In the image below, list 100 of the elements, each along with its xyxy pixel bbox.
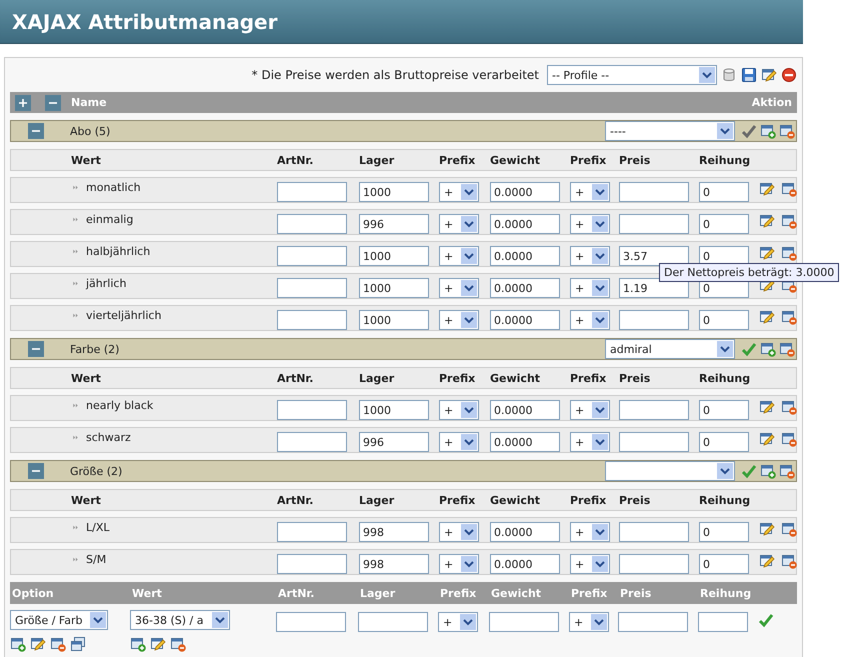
weight-field[interactable]: 0.0000 (490, 246, 560, 266)
artnr-field[interactable] (277, 310, 347, 330)
remove-icon[interactable] (781, 181, 797, 197)
price-field[interactable] (619, 432, 689, 452)
remove-icon[interactable] (170, 636, 186, 652)
prefix-select[interactable]: + (438, 612, 478, 632)
option-select[interactable] (605, 461, 735, 481)
add-icon[interactable] (130, 636, 146, 652)
check-icon[interactable] (741, 463, 757, 479)
prefix-select[interactable]: + (570, 278, 610, 298)
order-field[interactable]: 0 (699, 400, 749, 420)
order-field[interactable]: 0 (699, 522, 749, 542)
edit-icon[interactable] (759, 245, 775, 261)
artnr-field[interactable] (277, 522, 347, 542)
edit-icon[interactable] (30, 636, 46, 652)
edit-icon[interactable] (150, 636, 166, 652)
price-field[interactable] (619, 310, 689, 330)
weight-field[interactable]: 0.0000 (490, 554, 560, 574)
price-field[interactable]: 1.19 (619, 278, 689, 298)
artnr-field[interactable] (277, 182, 347, 202)
delete-icon[interactable] (781, 67, 797, 83)
weight-field[interactable] (489, 612, 559, 632)
toggle-icon[interactable] (28, 341, 44, 357)
option-select[interactable]: ---- (605, 121, 735, 141)
weight-field[interactable]: 0.0000 (490, 522, 560, 542)
prefix-select[interactable]: + (439, 214, 479, 234)
order-field[interactable]: 0 (699, 214, 749, 234)
stock-field[interactable]: 1000 (359, 278, 429, 298)
stock-field[interactable]: 996 (359, 432, 429, 452)
edit-icon[interactable] (759, 181, 775, 197)
add-icon[interactable] (760, 463, 776, 479)
order-field[interactable]: 0 (699, 310, 749, 330)
prefix-select[interactable]: + (439, 522, 479, 542)
edit-icon[interactable] (759, 309, 775, 325)
remove-icon[interactable] (781, 399, 797, 415)
edit-icon[interactable] (759, 553, 775, 569)
artnr-field[interactable] (277, 278, 347, 298)
stock-field[interactable]: 996 (359, 214, 429, 234)
edit-icon[interactable] (759, 399, 775, 415)
weight-field[interactable]: 0.0000 (490, 214, 560, 234)
prefix-select[interactable]: + (439, 400, 479, 420)
prefix-select[interactable]: + (570, 310, 610, 330)
prefix-select[interactable]: + (439, 278, 479, 298)
stock-field[interactable]: 1000 (359, 400, 429, 420)
prefix-select[interactable]: + (570, 214, 610, 234)
order-field[interactable]: 0 (699, 182, 749, 202)
prefix-select[interactable]: + (570, 246, 610, 266)
prefix-select[interactable]: + (570, 522, 610, 542)
prefix-select[interactable]: + (439, 432, 479, 452)
price-field[interactable] (619, 182, 689, 202)
weight-field[interactable]: 0.0000 (490, 432, 560, 452)
price-field[interactable] (619, 214, 689, 234)
stock-field[interactable]: 998 (359, 554, 429, 574)
collapse-all-icon[interactable] (45, 94, 61, 110)
artnr-field[interactable] (277, 214, 347, 234)
save-icon[interactable] (741, 67, 757, 83)
price-field[interactable]: 3.57 (619, 246, 689, 266)
option-select[interactable]: Größe / Farb (10, 610, 108, 630)
prefix-select[interactable]: + (570, 432, 610, 452)
add-icon[interactable] (760, 341, 776, 357)
value-select[interactable]: 36-38 (S) / a (130, 610, 230, 630)
check-icon[interactable] (758, 612, 774, 628)
weight-field[interactable]: 0.0000 (490, 278, 560, 298)
option-select[interactable]: admiral (605, 339, 735, 359)
weight-field[interactable]: 0.0000 (490, 182, 560, 202)
prefix-select[interactable]: + (570, 554, 610, 574)
prefix-select[interactable]: + (439, 310, 479, 330)
weight-field[interactable]: 0.0000 (490, 400, 560, 420)
edit-icon[interactable] (759, 431, 775, 447)
prefix-select[interactable]: + (439, 246, 479, 266)
check-icon[interactable] (741, 123, 757, 139)
remove-icon[interactable] (779, 463, 795, 479)
price-field[interactable] (618, 612, 688, 632)
prefix-select[interactable]: + (569, 612, 609, 632)
prefix-select[interactable]: + (439, 182, 479, 202)
remove-icon[interactable] (779, 341, 795, 357)
artnr-field[interactable] (277, 554, 347, 574)
profile-select[interactable]: -- Profile -- (547, 65, 717, 85)
price-field[interactable] (619, 554, 689, 574)
remove-icon[interactable] (779, 123, 795, 139)
prefix-select[interactable]: + (570, 400, 610, 420)
stock-field[interactable] (358, 612, 428, 632)
remove-icon[interactable] (781, 213, 797, 229)
remove-icon[interactable] (781, 309, 797, 325)
remove-icon[interactable] (781, 553, 797, 569)
weight-field[interactable]: 0.0000 (490, 310, 560, 330)
toggle-icon[interactable] (28, 123, 44, 139)
edit-icon[interactable] (761, 67, 777, 83)
edit-icon[interactable] (759, 213, 775, 229)
price-field[interactable] (619, 522, 689, 542)
prefix-select[interactable]: + (570, 182, 610, 202)
remove-icon[interactable] (781, 245, 797, 261)
remove-icon[interactable] (781, 431, 797, 447)
copy-icon[interactable] (70, 636, 86, 652)
remove-icon[interactable] (50, 636, 66, 652)
stock-field[interactable]: 1000 (359, 246, 429, 266)
price-field[interactable] (619, 400, 689, 420)
order-field[interactable] (698, 612, 748, 632)
stock-field[interactable]: 1000 (359, 310, 429, 330)
stock-field[interactable]: 998 (359, 522, 429, 542)
